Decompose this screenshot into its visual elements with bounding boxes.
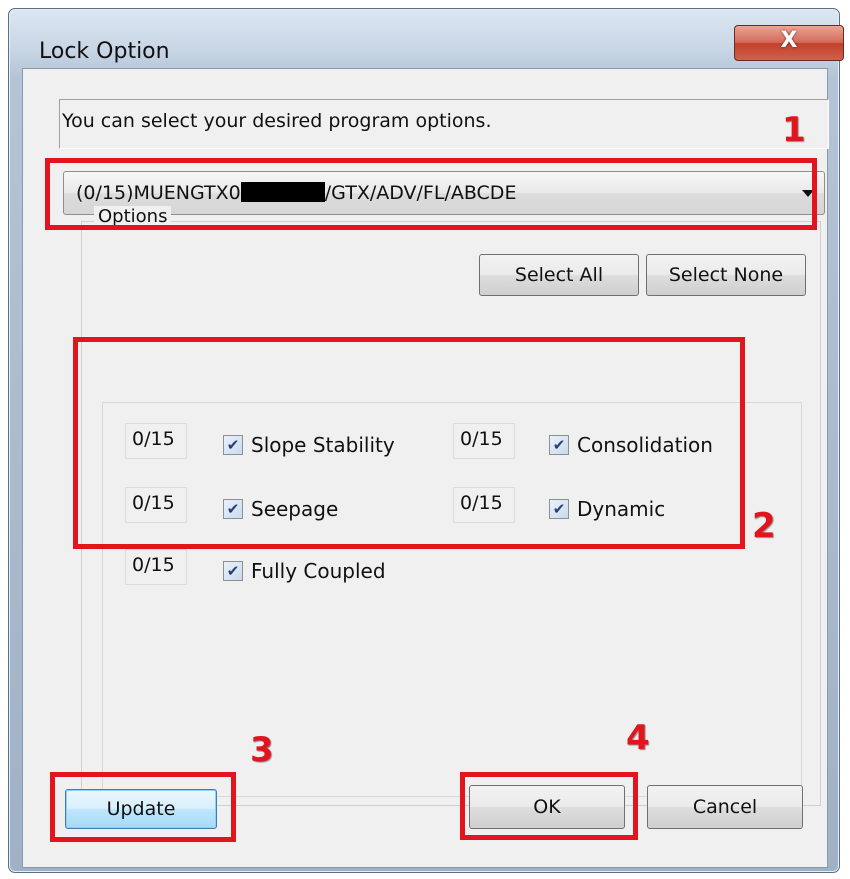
close-icon: X bbox=[780, 28, 798, 53]
annotation-number-4: 4 bbox=[626, 718, 650, 758]
fully-coupled-checkbox[interactable]: ✔ bbox=[223, 561, 243, 581]
window-title: Lock Option bbox=[39, 39, 170, 64]
instruction-box: You can select your desired program opti… bbox=[59, 99, 829, 149]
annotation-box-2 bbox=[73, 337, 745, 549]
annotation-number-2: 2 bbox=[752, 506, 776, 546]
close-button[interactable]: X bbox=[734, 25, 844, 61]
check-icon: ✔ bbox=[226, 562, 240, 580]
annotation-box-4 bbox=[460, 772, 638, 840]
select-all-button[interactable]: Select All bbox=[479, 254, 639, 296]
annotation-number-1: 1 bbox=[782, 110, 806, 150]
annotation-box-1 bbox=[45, 158, 817, 230]
annotation-number-3: 3 bbox=[250, 730, 274, 770]
fully-coupled-count: 0/15 bbox=[125, 549, 187, 585]
select-none-button[interactable]: Select None bbox=[646, 254, 806, 296]
instruction-text: You can select your desired program opti… bbox=[62, 110, 492, 132]
annotation-box-3 bbox=[50, 772, 236, 842]
fully-coupled-label[interactable]: Fully Coupled bbox=[251, 559, 386, 583]
cancel-button[interactable]: Cancel bbox=[647, 785, 803, 829]
